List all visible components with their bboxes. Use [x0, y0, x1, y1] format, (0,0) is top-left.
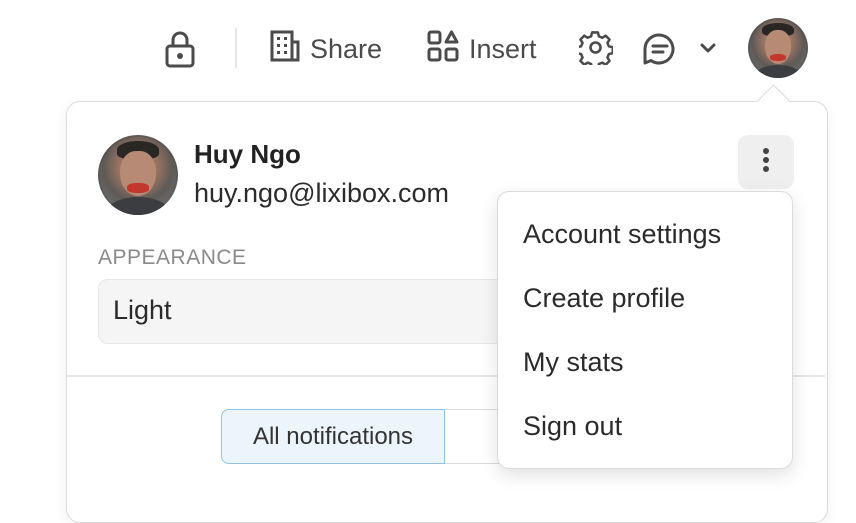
appearance-value: Light	[113, 295, 172, 325]
menu-item-create-profile[interactable]: Create profile	[523, 283, 685, 314]
share-label: Share	[310, 33, 383, 64]
insert-label: Insert	[469, 33, 537, 64]
toolbar-divider	[235, 28, 237, 68]
account-menu: Account settings Create profile My stats…	[497, 191, 793, 469]
menu-item-account-settings[interactable]: Account settings	[523, 219, 721, 250]
more-options-button[interactable]	[738, 135, 794, 189]
user-name: Huy Ngo	[194, 139, 301, 169]
kebab-icon	[762, 147, 770, 178]
menu-item-sign-out[interactable]: Sign out	[523, 411, 622, 442]
insert-button[interactable]: Insert	[427, 29, 537, 69]
menu-item-my-stats[interactable]: My stats	[523, 347, 624, 378]
chevron-down-icon[interactable]	[698, 40, 718, 56]
appearance-label: APPEARANCE	[98, 246, 247, 269]
grid-shapes-icon	[427, 30, 459, 69]
appearance-select[interactable]: Light	[98, 279, 530, 344]
gear-icon[interactable]	[579, 31, 613, 65]
tab-all-notifications[interactable]: All notifications	[221, 409, 445, 464]
user-email: huy.ngo@lixibox.com	[194, 178, 450, 208]
building-icon	[270, 30, 300, 69]
lock-icon[interactable]	[164, 30, 196, 68]
user-avatar-button[interactable]	[748, 18, 808, 78]
notifications-filter: All notifications	[221, 409, 535, 464]
comment-icon[interactable]	[641, 31, 679, 67]
share-button[interactable]: Share	[270, 29, 382, 69]
profile-avatar	[98, 135, 178, 215]
